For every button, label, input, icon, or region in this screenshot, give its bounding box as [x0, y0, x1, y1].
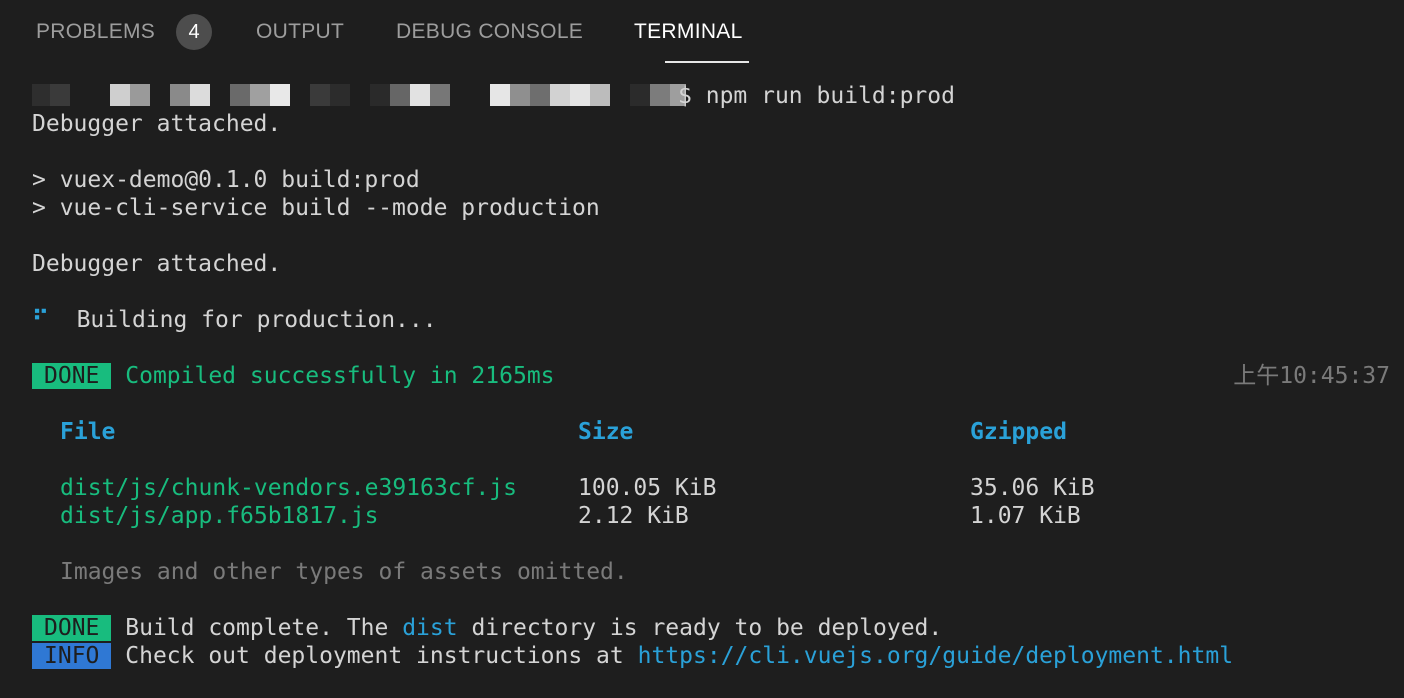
table-row-size: 100.05 KiB [578, 475, 717, 501]
spinner-icon: ⠋ [32, 307, 49, 333]
timestamp: 上午10:45:37 [1233, 363, 1390, 389]
tab-problems-label: PROBLEMS [36, 20, 156, 43]
table-header-gzipped: Gzipped [970, 419, 1067, 445]
table-row-file: dist/js/app.f65b1817.js [60, 503, 379, 529]
build-complete-line: DONE Build complete. The dist directory … [32, 614, 942, 642]
tab-output-label: OUTPUT [256, 20, 345, 43]
compiled-text: Compiled successfully in 2165ms [125, 363, 555, 389]
tab-output[interactable]: OUTPUT [256, 0, 344, 64]
npm-script-line-1: > vuex-demo@0.1.0 build:prod [32, 167, 420, 193]
table-row-size: 2.12 KiB [578, 503, 689, 529]
tab-debug-console-label: DEBUG CONSOLE [396, 20, 584, 43]
deployment-link[interactable]: https://cli.vuejs.org/guide/deployment.h… [638, 643, 1233, 669]
tab-terminal-label: TERMINAL [634, 20, 743, 43]
redacted-prompt [32, 84, 687, 106]
table-header-file: File [60, 419, 116, 445]
debugger-attached-line-2: Debugger attached. [32, 251, 282, 277]
tab-problems[interactable]: PROBLEMS [36, 0, 155, 64]
command-text: npm run build:prod [705, 83, 955, 109]
prompt-symbol: $ [678, 83, 692, 109]
tab-terminal[interactable]: TERMINAL [634, 0, 743, 64]
done-badge: DONE [32, 615, 112, 641]
compiled-line: DONE Compiled successfully in 2165ms [32, 362, 555, 390]
problems-count-badge: 4 [176, 14, 212, 50]
info-text: Check out deployment instructions at [125, 643, 638, 669]
table-header-size: Size [578, 419, 634, 445]
build-complete-text-2: directory is ready to be deployed. [457, 615, 943, 641]
npm-script-line-2: > vue-cli-service build --mode productio… [32, 195, 600, 221]
dist-dir-highlight: dist [402, 615, 458, 641]
debugger-attached-line-1: Debugger attached. [32, 111, 282, 137]
table-row-gzipped: 1.07 KiB [970, 503, 1081, 529]
table-row-file: dist/js/chunk-vendors.e39163cf.js [60, 475, 517, 501]
info-line: INFO Check out deployment instructions a… [32, 642, 1233, 670]
building-line: ⠋ Building for production... [32, 306, 437, 334]
table-row-gzipped: 35.06 KiB [970, 475, 1095, 501]
build-complete-text-1: Build complete. The [125, 615, 403, 641]
tab-debug-console[interactable]: DEBUG CONSOLE [396, 0, 583, 64]
active-tab-indicator [665, 61, 749, 63]
panel-tab-bar: PROBLEMS 4 OUTPUT DEBUG CONSOLE TERMINAL [0, 0, 1404, 64]
command-line: $ npm run build:prod [678, 82, 955, 110]
done-badge: DONE [32, 363, 112, 389]
assets-omitted-line: Images and other types of assets omitted… [60, 559, 628, 585]
info-badge: INFO [32, 643, 112, 669]
building-text: Building for production... [76, 307, 437, 333]
